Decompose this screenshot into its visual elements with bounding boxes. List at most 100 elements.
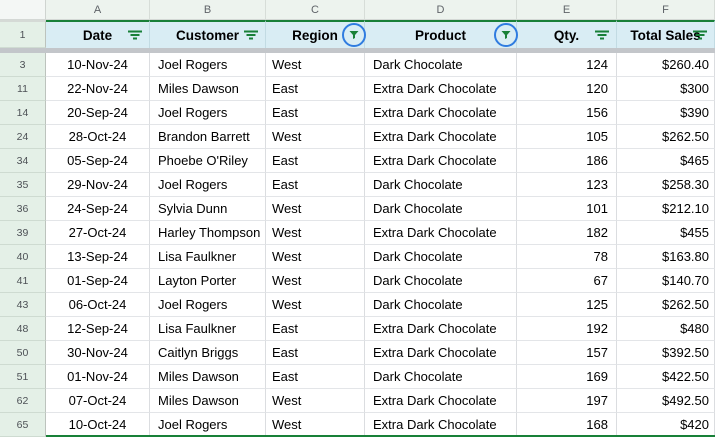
cell-qty[interactable]: 156 <box>517 101 617 125</box>
cell-date[interactable]: 28-Oct-24 <box>46 125 150 149</box>
column-letter-b[interactable]: B <box>150 0 266 20</box>
cell-product[interactable]: Dark Chocolate <box>365 53 517 77</box>
cell-date[interactable]: 29-Nov-24 <box>46 173 150 197</box>
cell-total[interactable]: $258.30 <box>617 173 715 197</box>
cell-date[interactable]: 22-Nov-24 <box>46 77 150 101</box>
cell-qty[interactable]: 168 <box>517 413 617 437</box>
row-number[interactable]: 3 <box>0 53 46 77</box>
cell-product[interactable]: Extra Dark Chocolate <box>365 317 517 341</box>
header-cell-total[interactable]: Total Sales <box>617 20 715 48</box>
cell-customer[interactable]: Brandon Barrett <box>150 125 266 149</box>
cell-total[interactable]: $260.40 <box>617 53 715 77</box>
cell-product[interactable]: Extra Dark Chocolate <box>365 125 517 149</box>
row-number[interactable]: 39 <box>0 221 46 245</box>
cell-product[interactable]: Dark Chocolate <box>365 173 517 197</box>
row-number[interactable]: 24 <box>0 125 46 149</box>
cell-product[interactable]: Extra Dark Chocolate <box>365 413 517 437</box>
cell-date[interactable]: 27-Oct-24 <box>46 221 150 245</box>
cell-total[interactable]: $212.10 <box>617 197 715 221</box>
cell-customer[interactable]: Joel Rogers <box>150 53 266 77</box>
cell-qty[interactable]: 67 <box>517 269 617 293</box>
cell-product[interactable]: Dark Chocolate <box>365 365 517 389</box>
cell-customer[interactable]: Joel Rogers <box>150 101 266 125</box>
cell-total[interactable]: $480 <box>617 317 715 341</box>
cell-qty[interactable]: 169 <box>517 365 617 389</box>
row-number[interactable]: 48 <box>0 317 46 341</box>
column-letter-a[interactable]: A <box>46 0 150 20</box>
filter-lines-icon[interactable] <box>595 30 609 41</box>
cell-date[interactable]: 06-Oct-24 <box>46 293 150 317</box>
cell-qty[interactable]: 78 <box>517 245 617 269</box>
header-cell-customer[interactable]: Customer <box>150 20 266 48</box>
cell-qty[interactable]: 120 <box>517 77 617 101</box>
row-number[interactable]: 65 <box>0 413 46 437</box>
cell-qty[interactable]: 101 <box>517 197 617 221</box>
cell-region[interactable]: East <box>266 149 365 173</box>
cell-total[interactable]: $492.50 <box>617 389 715 413</box>
filter-lines-icon[interactable] <box>693 30 707 41</box>
row-number[interactable]: 36 <box>0 197 46 221</box>
cell-product[interactable]: Dark Chocolate <box>365 245 517 269</box>
header-cell-qty[interactable]: Qty. <box>517 20 617 48</box>
cell-qty[interactable]: 186 <box>517 149 617 173</box>
header-cell-region[interactable]: Region <box>266 20 366 48</box>
cell-total[interactable]: $140.70 <box>617 269 715 293</box>
cell-total[interactable]: $420 <box>617 413 715 437</box>
cell-customer[interactable]: Harley Thompson <box>150 221 266 245</box>
cell-total[interactable]: $392.50 <box>617 341 715 365</box>
cell-product[interactable]: Dark Chocolate <box>365 293 517 317</box>
filter-lines-icon[interactable] <box>244 30 258 41</box>
cell-customer[interactable]: Miles Dawson <box>150 389 266 413</box>
cell-qty[interactable]: 123 <box>517 173 617 197</box>
cell-region[interactable]: West <box>266 269 365 293</box>
cell-total[interactable]: $465 <box>617 149 715 173</box>
select-all-corner[interactable] <box>0 0 46 20</box>
cell-customer[interactable]: Lisa Faulkner <box>150 317 266 341</box>
cell-customer[interactable]: Layton Porter <box>150 269 266 293</box>
cell-customer[interactable]: Miles Dawson <box>150 365 266 389</box>
row-number[interactable]: 41 <box>0 269 46 293</box>
cell-product[interactable]: Extra Dark Chocolate <box>365 389 517 413</box>
cell-customer[interactable]: Phoebe O'Riley <box>150 149 266 173</box>
cell-product[interactable]: Dark Chocolate <box>365 197 517 221</box>
row-number[interactable]: 34 <box>0 149 46 173</box>
cell-date[interactable]: 13-Sep-24 <box>46 245 150 269</box>
row-number[interactable]: 50 <box>0 341 46 365</box>
cell-product[interactable]: Extra Dark Chocolate <box>365 101 517 125</box>
column-letter-c[interactable]: C <box>266 0 365 20</box>
cell-date[interactable]: 10-Nov-24 <box>46 53 150 77</box>
cell-customer[interactable]: Joel Rogers <box>150 293 266 317</box>
cell-region[interactable]: East <box>266 101 365 125</box>
filter-active-icon[interactable] <box>494 23 518 47</box>
cell-region[interactable]: West <box>266 221 365 245</box>
cell-total[interactable]: $262.50 <box>617 293 715 317</box>
cell-product[interactable]: Dark Chocolate <box>365 269 517 293</box>
cell-product[interactable]: Extra Dark Chocolate <box>365 341 517 365</box>
cell-customer[interactable]: Sylvia Dunn <box>150 197 266 221</box>
cell-product[interactable]: Extra Dark Chocolate <box>365 149 517 173</box>
cell-region[interactable]: West <box>266 245 365 269</box>
column-letter-f[interactable]: F <box>617 0 715 20</box>
cell-qty[interactable]: 197 <box>517 389 617 413</box>
cell-region[interactable]: West <box>266 197 365 221</box>
cell-region[interactable]: East <box>266 317 365 341</box>
cell-region[interactable]: East <box>266 173 365 197</box>
cell-region[interactable]: East <box>266 77 365 101</box>
cell-region[interactable]: West <box>266 125 365 149</box>
cell-region[interactable]: East <box>266 341 365 365</box>
row-number[interactable]: 40 <box>0 245 46 269</box>
cell-date[interactable]: 24-Sep-24 <box>46 197 150 221</box>
filter-active-icon[interactable] <box>342 23 366 47</box>
header-cell-date[interactable]: Date <box>46 20 150 48</box>
header-cell-product[interactable]: Product <box>365 20 518 48</box>
row-number[interactable]: 11 <box>0 77 46 101</box>
cell-region[interactable]: West <box>266 389 365 413</box>
row-number[interactable]: 35 <box>0 173 46 197</box>
cell-total[interactable]: $455 <box>617 221 715 245</box>
cell-date[interactable]: 12-Sep-24 <box>46 317 150 341</box>
row-number[interactable]: 51 <box>0 365 46 389</box>
cell-date[interactable]: 01-Nov-24 <box>46 365 150 389</box>
cell-customer[interactable]: Caitlyn Briggs <box>150 341 266 365</box>
row-number[interactable]: 14 <box>0 101 46 125</box>
cell-customer[interactable]: Joel Rogers <box>150 413 266 437</box>
